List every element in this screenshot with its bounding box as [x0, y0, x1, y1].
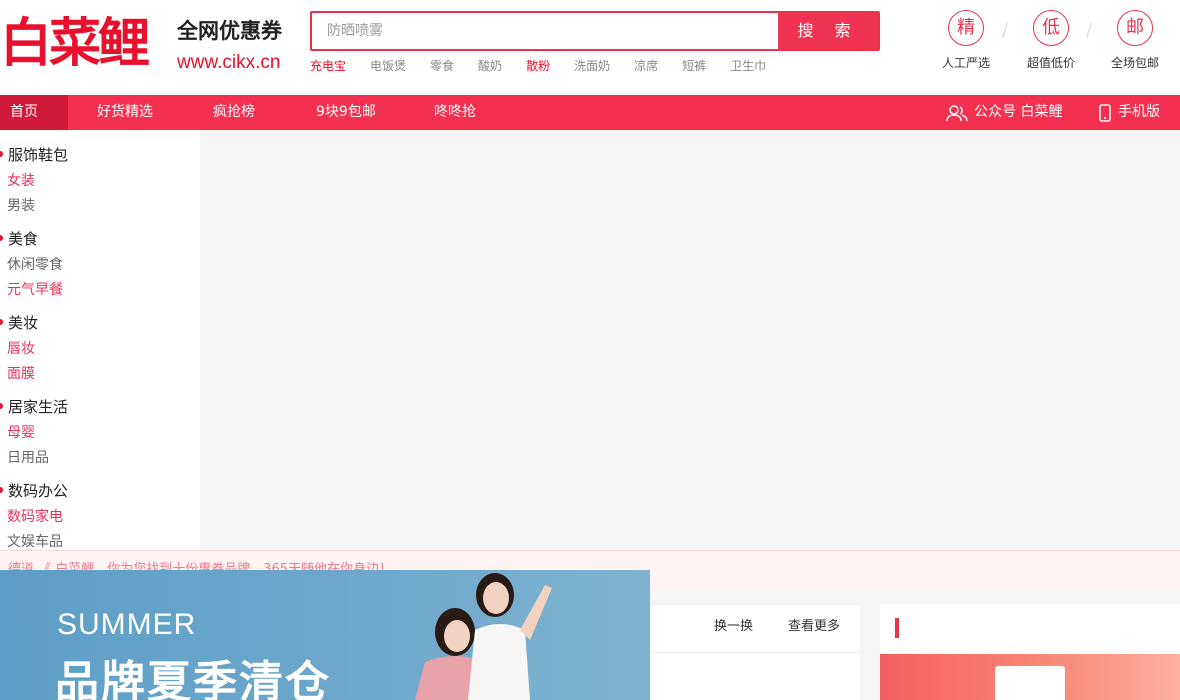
feature-label: 人工严选: [941, 56, 990, 70]
category-group: 居家生活 母婴 日用品: [0, 396, 200, 467]
category-link[interactable]: 休闲零食: [0, 254, 200, 274]
search-button[interactable]: 搜 索: [778, 13, 878, 49]
main-nav: 首页 好货精选 疯抢榜 9块9包邮 咚咚抢 公众号 白菜鲤 手机版: [0, 95, 1180, 130]
models-illustration: [415, 573, 552, 700]
bullet-dot: [0, 235, 3, 241]
wechat-link[interactable]: 公众号 白菜鲤: [946, 95, 1062, 130]
side-card-image[interactable]: [880, 654, 1180, 700]
curated-icon: 精: [948, 10, 984, 46]
hot-word[interactable]: 凉席: [634, 57, 658, 74]
nav-hot-rank[interactable]: 疯抢榜: [213, 95, 255, 130]
low-price-icon: 低: [1033, 10, 1069, 46]
hot-word[interactable]: 短裤: [682, 57, 706, 74]
category-sidebar: 服饰鞋包 女装 男装 美食 休闲零食 元气早餐 美妆 唇妆 面膜 居家生活 母婴…: [0, 130, 200, 550]
divider: /: [1002, 20, 1009, 41]
feature-label: 超值低价: [1026, 56, 1075, 70]
category-link[interactable]: 母婴: [0, 422, 200, 442]
product-box: [995, 666, 1065, 700]
search-box: 搜 索: [310, 11, 880, 51]
search-input[interactable]: [312, 13, 780, 49]
category-title[interactable]: 美食: [0, 228, 200, 249]
phone-icon: [1099, 103, 1111, 122]
nav-home[interactable]: 首页: [0, 95, 68, 130]
refresh-button[interactable]: 换一换: [714, 615, 753, 634]
feature-lowprice: 低 超值低价: [1021, 10, 1081, 71]
category-link[interactable]: 男装: [0, 195, 200, 215]
hot-word[interactable]: 卫生巾: [730, 57, 766, 74]
divider: /: [1086, 20, 1093, 41]
banner-subtitle: SUMMER: [57, 608, 197, 641]
wechat-label: 公众号 白菜鲤: [974, 104, 1063, 120]
hot-word[interactable]: 零食: [430, 57, 454, 74]
category-link[interactable]: 数码家电: [0, 506, 200, 526]
category-group: 美妆 唇妆 面膜: [0, 312, 200, 383]
section-gap: [860, 604, 880, 700]
bullet-dot: [0, 319, 3, 325]
bullet-dot: [0, 151, 3, 157]
category-group: 服饰鞋包 女装 男装: [0, 144, 200, 215]
category-title[interactable]: 美妆: [0, 312, 200, 333]
category-title[interactable]: 居家生活: [0, 396, 200, 417]
feature-curated: 精 人工严选: [936, 10, 996, 71]
site-slogan: 全网优惠券: [177, 19, 282, 43]
carousel-placeholder: [200, 130, 1180, 550]
site-header: 白菜鲤 全网优惠券 www.cikx.cn 搜 索 充电宝 电饭煲 零食 酸奶 …: [0, 0, 1180, 95]
nav-9-9[interactable]: 9块9包邮: [316, 95, 376, 130]
hot-word[interactable]: 散粉: [526, 57, 550, 74]
category-link[interactable]: 唇妆: [0, 338, 200, 358]
site-url[interactable]: www.cikx.cn: [177, 52, 280, 74]
panel-divider: [650, 652, 860, 653]
hot-word[interactable]: 洗面奶: [574, 57, 610, 74]
banner-title: 品牌夏季清仓: [55, 657, 331, 700]
hot-word[interactable]: 充电宝: [310, 57, 346, 74]
site-logo[interactable]: 白菜鲤: [0, 14, 160, 74]
category-link[interactable]: 面膜: [0, 363, 200, 383]
people-icon: [946, 104, 968, 121]
category-link[interactable]: 文娱车品: [0, 531, 200, 551]
feature-label: 全场包邮: [1110, 56, 1159, 70]
bullet-dot: [0, 403, 3, 409]
category-title[interactable]: 服饰鞋包: [0, 144, 200, 165]
hot-word[interactable]: 电饭煲: [370, 57, 406, 74]
bullet-dot: [0, 487, 3, 493]
feature-badges: 精 人工严选 / 低 超值低价 / 邮 全场包邮: [936, 10, 1166, 80]
free-shipping-icon: 邮: [1117, 10, 1153, 46]
category-link[interactable]: 女装: [0, 170, 200, 190]
nav-picks[interactable]: 好货精选: [97, 95, 153, 130]
mobile-label: 手机版: [1118, 104, 1160, 120]
promo-banner[interactable]: SUMMER 品牌夏季清仓: [0, 570, 650, 700]
category-link[interactable]: 元气早餐: [0, 279, 200, 299]
view-more-link[interactable]: 查看更多: [788, 615, 840, 634]
section-gap: [650, 590, 1180, 604]
nav-flash-sale[interactable]: 咚咚抢: [434, 95, 476, 130]
category-group: 美食 休闲零食 元气早餐: [0, 228, 200, 299]
mobile-link[interactable]: 手机版: [1098, 95, 1160, 130]
hot-words: 充电宝 电饭煲 零食 酸奶 散粉 洗面奶 凉席 短裤 卫生巾: [310, 57, 790, 74]
section-marker: [895, 618, 899, 638]
feature-freeship: 邮 全场包邮: [1105, 10, 1165, 71]
category-title[interactable]: 数码办公: [0, 480, 200, 501]
hot-word[interactable]: 酸奶: [478, 57, 502, 74]
category-link[interactable]: 日用品: [0, 447, 200, 467]
category-group: 数码办公 数码家电 文娱车品: [0, 480, 200, 551]
